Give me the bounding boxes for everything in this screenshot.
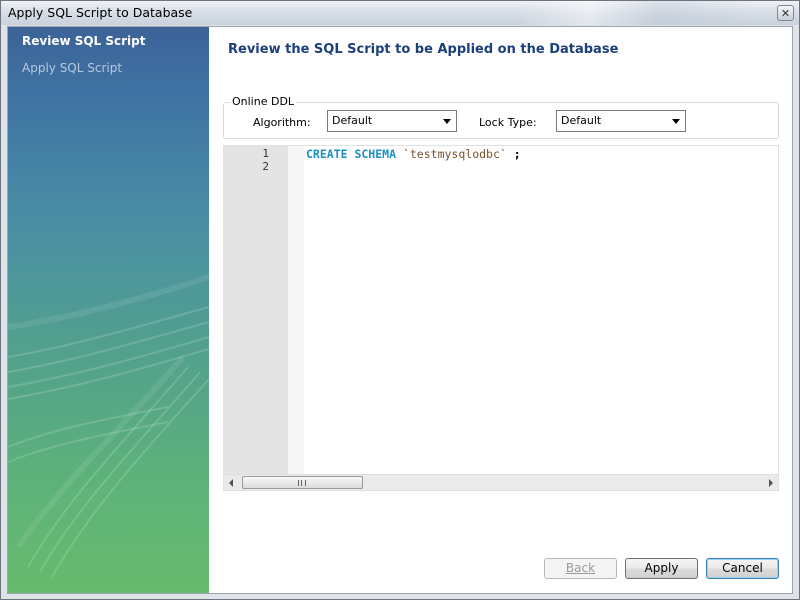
grip-icon bbox=[298, 480, 306, 486]
line-number: 1 bbox=[262, 147, 269, 160]
cancel-button[interactable]: Cancel bbox=[706, 558, 779, 579]
sql-terminator: ; bbox=[513, 147, 521, 161]
algorithm-dropdown[interactable]: Default bbox=[327, 110, 457, 132]
fold-margin bbox=[288, 146, 304, 474]
sql-keyword: CREATE SCHEMA bbox=[306, 147, 397, 161]
title-bar-decoration bbox=[521, 1, 751, 25]
chevron-down-icon bbox=[672, 119, 680, 124]
online-ddl-group: Online DDL Algorithm: Default Lock Type:… bbox=[223, 95, 779, 139]
close-icon: ✕ bbox=[780, 6, 791, 20]
close-button[interactable]: ✕ bbox=[777, 5, 794, 21]
lock-type-label: Lock Type: bbox=[479, 116, 537, 129]
title-bar[interactable]: Apply SQL Script to Database ✕ bbox=[1, 1, 799, 25]
cancel-button-label: Cancel bbox=[722, 561, 763, 575]
line-number-gutter: 1 2 bbox=[224, 146, 288, 474]
apply-button[interactable]: Apply bbox=[625, 558, 698, 579]
chevron-down-icon bbox=[443, 119, 451, 124]
lock-type-value: Default bbox=[561, 114, 602, 127]
sql-script-editor[interactable]: 1 2 CREATE SCHEMA `testmysqlodbc` ; bbox=[223, 145, 779, 491]
sidebar-decoration bbox=[8, 274, 209, 578]
scroll-right-icon[interactable] bbox=[769, 479, 773, 487]
wizard-sidebar: Review SQL Script Apply SQL Script bbox=[8, 27, 209, 593]
online-ddl-legend: Online DDL bbox=[230, 95, 297, 108]
scroll-left-icon[interactable] bbox=[229, 479, 233, 487]
algorithm-value: Default bbox=[332, 114, 373, 127]
back-button[interactable]: Back bbox=[544, 558, 617, 579]
line-number: 2 bbox=[262, 160, 269, 173]
horizontal-scrollbar[interactable] bbox=[224, 474, 778, 490]
scrollbar-thumb[interactable] bbox=[242, 476, 363, 489]
algorithm-label: Algorithm: bbox=[253, 116, 311, 129]
dialog-window: Apply SQL Script to Database ✕ Review SQ… bbox=[0, 0, 800, 600]
back-button-label: Back bbox=[565, 561, 596, 575]
sql-identifier: `testmysqlodbc` bbox=[402, 147, 507, 161]
lock-type-dropdown[interactable]: Default bbox=[556, 110, 686, 132]
apply-button-label: Apply bbox=[644, 561, 679, 575]
wizard-step-apply-sql-script: Apply SQL Script bbox=[22, 61, 123, 75]
dialog-body: Review SQL Script Apply SQL Script Revie… bbox=[7, 26, 793, 594]
page-title: Review the SQL Script to be Applied on t… bbox=[228, 42, 619, 57]
window-title: Apply SQL Script to Database bbox=[8, 5, 193, 20]
wizard-step-review-sql-script: Review SQL Script bbox=[22, 34, 146, 48]
code-line[interactable]: CREATE SCHEMA `testmysqlodbc` ; bbox=[306, 147, 521, 161]
